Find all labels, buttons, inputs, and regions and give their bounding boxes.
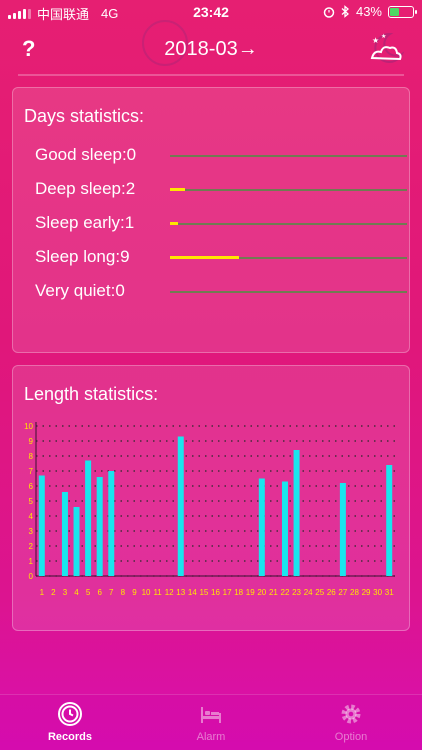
stat-bar-track (170, 155, 407, 157)
x-tick-label: 11 (153, 588, 162, 597)
chart-bar (339, 483, 346, 576)
length-statistics-card: Length statistics: 0 1 2 3 4 5 6 7 8 9 10 1 2 3 4 5 6 7 8 9… (12, 365, 410, 631)
moon-cloud-icon[interactable]: ★ ★ (366, 28, 406, 68)
chart-bar (281, 481, 288, 576)
tab-label: Alarm (196, 731, 226, 743)
svg-text:★: ★ (381, 33, 386, 40)
month-selector[interactable]: 2018-03→ (0, 38, 422, 61)
y-tick-label: 4 (29, 512, 34, 521)
y-tick-label: 0 (29, 572, 34, 581)
stat-bar-track (170, 256, 407, 259)
x-tick-label: 9 (132, 588, 137, 597)
chart-bar (258, 478, 265, 576)
stat-bar-fill (170, 256, 239, 259)
tab-records[interactable]: Records (20, 701, 120, 743)
x-tick-label: 8 (121, 588, 126, 597)
x-tick-label: 23 (292, 588, 301, 597)
alarm-clock-icon (323, 6, 335, 18)
x-tick-label: 29 (362, 588, 371, 597)
bed-icon (201, 707, 221, 723)
tab-label: Records (47, 731, 93, 743)
tab-bar: Records Alarm Option (0, 694, 422, 750)
x-tick-label: 28 (350, 588, 359, 597)
stat-bar-fill (170, 188, 186, 191)
days-statistics-title: Days statistics: (24, 106, 145, 126)
y-tick-label: 3 (29, 527, 34, 536)
x-tick-label: 25 (315, 588, 324, 597)
x-tick-label: 14 (188, 588, 197, 597)
tab-alarm[interactable]: Alarm (161, 701, 261, 743)
tab-label: Option (334, 731, 368, 743)
x-tick-label: 15 (199, 588, 208, 597)
chart-bar (177, 436, 184, 576)
stat-label: Sleep long:9 (35, 247, 130, 266)
svg-text:★: ★ (372, 36, 379, 45)
x-tick-label: 12 (165, 588, 174, 597)
battery-level (390, 7, 400, 16)
battery-percent: 43% (355, 4, 382, 19)
stat-bar-track (170, 291, 407, 293)
stat-label: Good sleep:0 (35, 145, 137, 164)
x-tick-label: 31 (385, 588, 394, 597)
x-tick-label: 26 (327, 588, 336, 597)
y-tick-label: 10 (24, 422, 33, 431)
header: ? 2018-03→ ★ ★ (0, 20, 422, 76)
x-tick-label: 18 (234, 588, 243, 597)
y-tick-label: 5 (29, 497, 34, 506)
stat-row-deep-sleep: Deep sleep:2 (35, 177, 407, 201)
chart-bar (293, 450, 300, 576)
x-tick-label: 2 (51, 588, 56, 597)
x-tick-label: 30 (373, 588, 382, 597)
x-tick-label: 4 (74, 588, 79, 597)
stat-label: Deep sleep:2 (35, 179, 136, 198)
stat-bar-track (170, 188, 407, 191)
bluetooth-icon (341, 5, 349, 18)
stat-row-very-quiet: Very quiet:0 (35, 279, 407, 303)
chart-bar (108, 471, 115, 576)
y-tick-label: 2 (29, 542, 34, 551)
x-tick-label: 13 (176, 588, 185, 597)
x-tick-label: 6 (97, 588, 102, 597)
y-tick-label: 9 (29, 437, 34, 446)
chart-bar (85, 460, 92, 576)
days-statistics-card: Days statistics: Good sleep:0 Deep sleep… (12, 87, 410, 353)
status-right: 43% (323, 4, 417, 19)
x-tick-label: 3 (63, 588, 68, 597)
x-tick-label: 7 (109, 588, 114, 597)
y-tick-label: 6 (29, 482, 34, 491)
gear-icon (341, 704, 361, 724)
stat-label: Very quiet:0 (35, 281, 125, 300)
x-tick-label: 20 (257, 588, 266, 597)
y-tick-label: 7 (29, 467, 34, 476)
stat-row-good-sleep: Good sleep:0 (35, 143, 407, 167)
stat-bar-track (170, 222, 407, 225)
tab-option[interactable]: Option (301, 701, 401, 743)
chart-bar (386, 465, 393, 576)
stat-row-sleep-long: Sleep long:9 (35, 245, 407, 269)
x-tick-label: 21 (269, 588, 278, 597)
x-tick-label: 24 (304, 588, 313, 597)
chart-bar (96, 477, 103, 576)
x-tick-label: 17 (223, 588, 232, 597)
x-tick-label: 19 (246, 588, 255, 597)
battery-icon (388, 5, 417, 18)
stat-label: Sleep early:1 (35, 213, 135, 232)
stat-row-sleep-early: Sleep early:1 (35, 211, 407, 235)
chart-bar (73, 507, 80, 576)
x-tick-label: 1 (40, 588, 45, 597)
y-tick-label: 8 (29, 452, 34, 461)
chart-bar (61, 492, 68, 576)
x-tick-label: 10 (142, 588, 151, 597)
header-divider (18, 74, 404, 76)
x-tick-label: 22 (281, 588, 290, 597)
x-tick-label: 27 (338, 588, 347, 597)
stat-bar-fill (170, 222, 178, 225)
status-bar: 中国联通 4G 23:42 43% (0, 0, 422, 24)
x-tick-label: 16 (211, 588, 220, 597)
chart-bar (38, 475, 45, 576)
y-tick-label: 1 (29, 557, 34, 566)
x-tick-label: 5 (86, 588, 91, 597)
clock-icon (58, 702, 82, 726)
length-bar-chart: 0123456789101 2 3 4 5 6 7 8 9 10 11 12 13 14 15 16 17 18 1… (24, 422, 395, 597)
